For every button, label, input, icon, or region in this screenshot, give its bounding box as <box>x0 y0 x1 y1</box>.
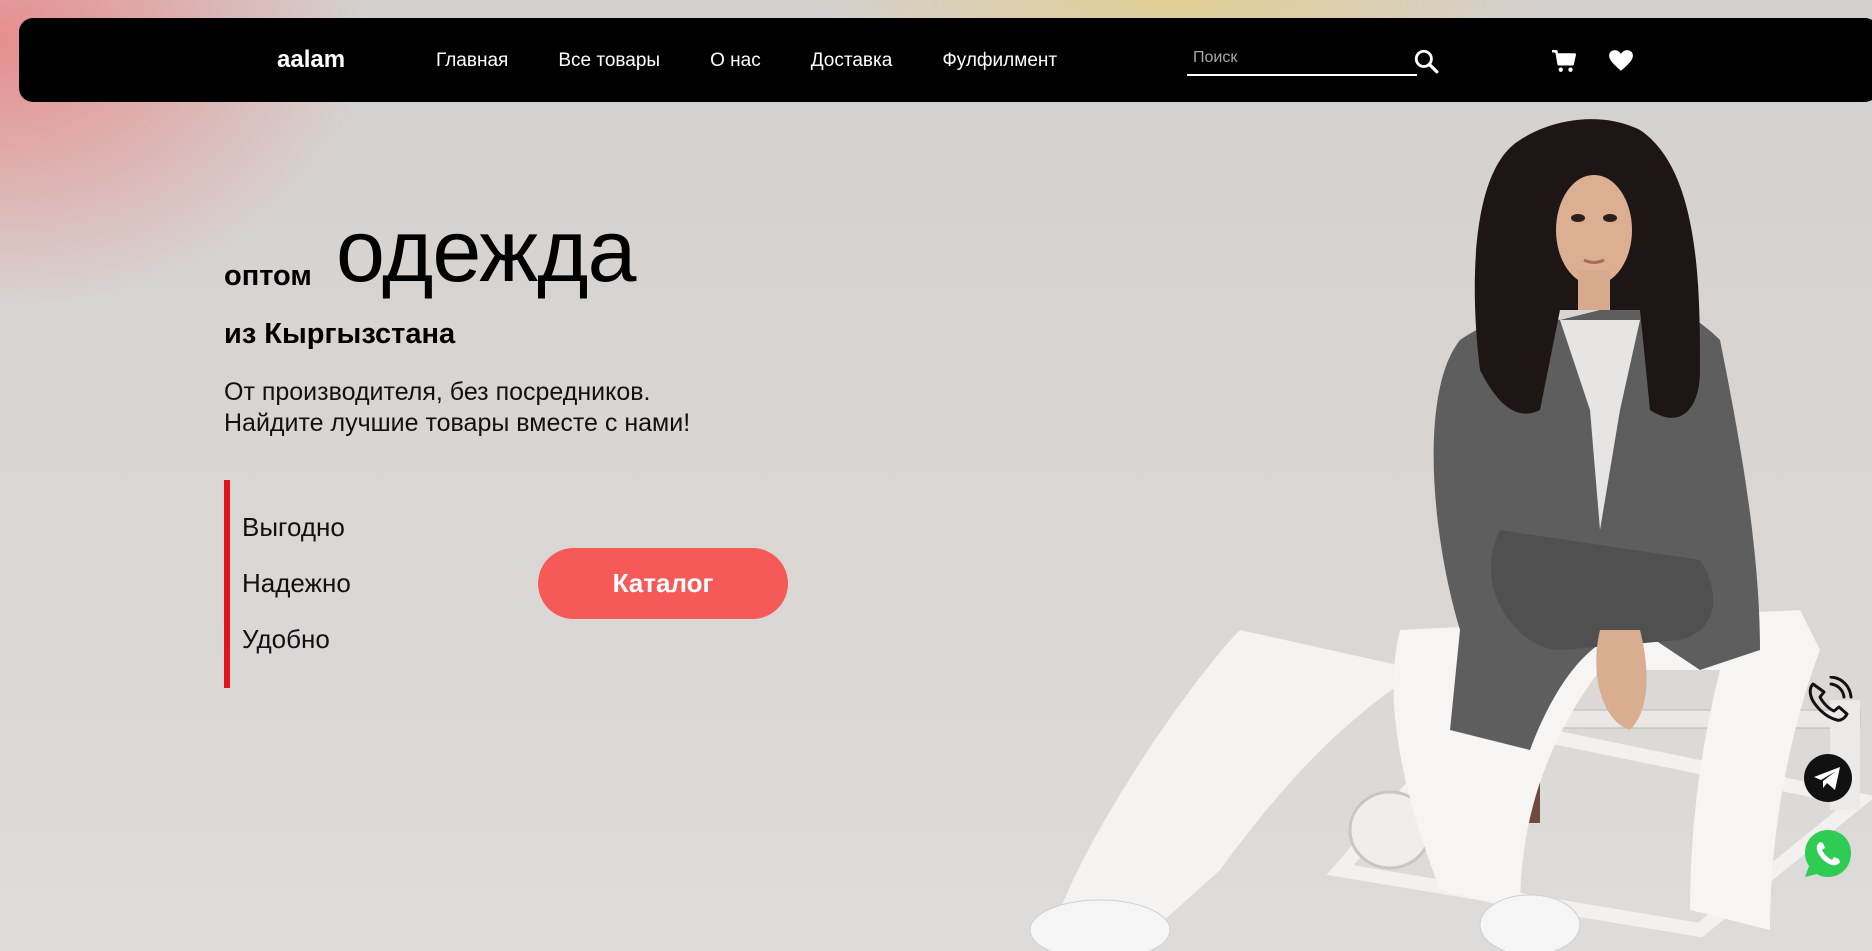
title-subtitle: из Кыргызстана <box>224 318 456 350</box>
phone-icon[interactable] <box>1803 676 1853 726</box>
catalog-button[interactable]: Каталог <box>538 548 788 619</box>
search-box <box>1187 44 1417 76</box>
hero-model-image <box>1029 119 1872 951</box>
nav-fulfillment[interactable]: Фулфилмент <box>942 50 1057 72</box>
main-nav: Главная Все товары О нас Доставка Фулфил… <box>436 50 1107 72</box>
top-header: aalam Главная Все товары О нас Доставка … <box>19 18 1872 102</box>
search-icon[interactable] <box>1413 48 1439 74</box>
hero-description: От производителя, без посредников. Найди… <box>224 377 690 439</box>
nav-about[interactable]: О нас <box>710 50 761 72</box>
whatsapp-icon[interactable] <box>1803 829 1853 879</box>
feature-reliable: Надежно <box>242 568 351 598</box>
title-small: оптом <box>224 260 312 292</box>
cart-icon[interactable] <box>1550 48 1578 74</box>
telegram-icon[interactable] <box>1803 753 1853 803</box>
nav-all-products[interactable]: Все товары <box>558 50 660 72</box>
features-list: Выгодно Надежно Удобно <box>224 480 394 688</box>
nav-delivery[interactable]: Доставка <box>811 50 893 72</box>
feature-profitable: Выгодно <box>242 512 345 542</box>
feature-convenient: Удобно <box>242 624 330 654</box>
heart-icon[interactable] <box>1608 48 1634 74</box>
search-input[interactable] <box>1187 44 1387 72</box>
description-line: От производителя, без посредников. <box>224 378 651 406</box>
nav-home[interactable]: Главная <box>436 50 508 72</box>
description-line: Найдите лучшие товары вместе с нами! <box>224 409 691 437</box>
title-big: одежда <box>336 201 636 300</box>
site-logo[interactable]: aalam <box>277 46 345 74</box>
